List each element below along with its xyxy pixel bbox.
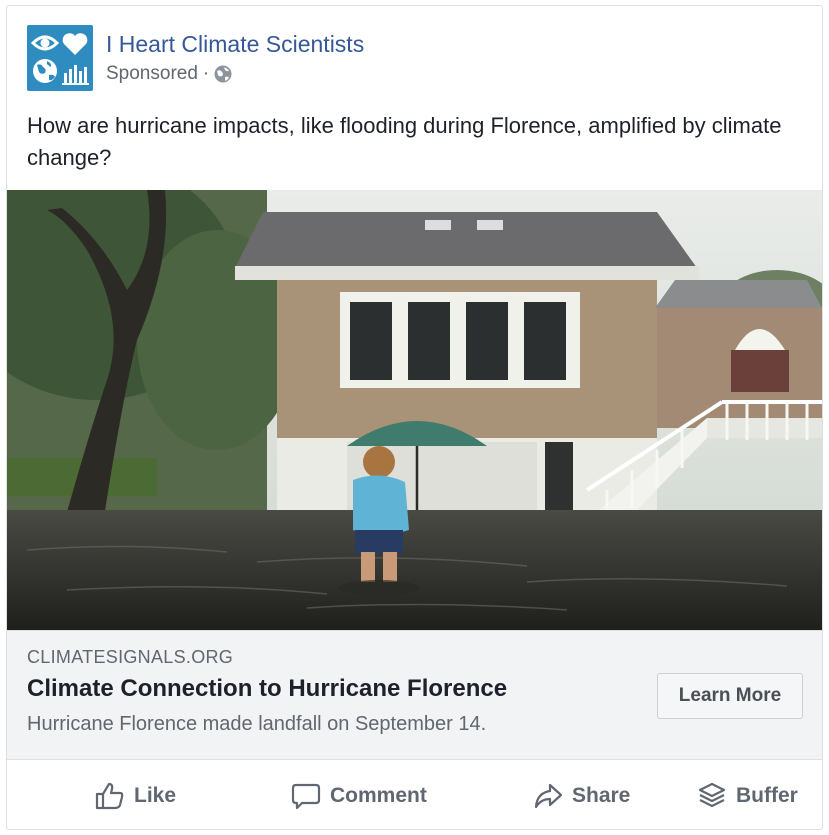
flooded-house-photo[interactable] xyxy=(7,190,822,630)
globe-icon[interactable] xyxy=(214,65,232,83)
link-description: Hurricane Florence made landfall on Sept… xyxy=(27,713,487,735)
like-label: Like xyxy=(134,783,177,807)
eye-heart-globe-chart-logo-icon xyxy=(30,33,89,85)
comment-label: Comment xyxy=(330,783,427,807)
post-meta: Sponsored · xyxy=(106,63,232,85)
post-actions-bar: Like Comment Share Buffer xyxy=(7,762,822,829)
post-text: How are hurricane impacts, like flooding… xyxy=(27,113,782,170)
link-preview[interactable]: CLIMATESIGNALS.ORG Climate Connection to… xyxy=(7,630,822,760)
buffer-button[interactable]: Buffer xyxy=(697,762,798,829)
comment-bubble-icon xyxy=(291,783,321,809)
comment-button[interactable]: Comment xyxy=(291,762,427,829)
buffer-stack-icon xyxy=(698,782,726,807)
like-button[interactable]: Like xyxy=(95,762,176,829)
share-button[interactable]: Share xyxy=(533,762,630,829)
page-name-link[interactable]: I Heart Climate Scientists xyxy=(106,31,364,58)
page-avatar[interactable] xyxy=(27,25,93,91)
sponsored-label[interactable]: Sponsored xyxy=(106,63,198,85)
flooded-house-photo-icon xyxy=(7,190,822,630)
learn-more-button[interactable]: Learn More xyxy=(657,673,803,719)
sponsored-post-card: I Heart Climate Scientists Sponsored · H… xyxy=(6,5,823,830)
link-domain: CLIMATESIGNALS.ORG xyxy=(27,647,234,667)
link-title[interactable]: Climate Connection to Hurricane Florence xyxy=(27,675,507,703)
meta-separator: · xyxy=(202,63,210,84)
share-label: Share xyxy=(572,783,631,807)
thumbs-up-icon xyxy=(95,782,124,809)
buffer-label: Buffer xyxy=(736,783,798,807)
share-arrow-icon xyxy=(534,783,563,808)
